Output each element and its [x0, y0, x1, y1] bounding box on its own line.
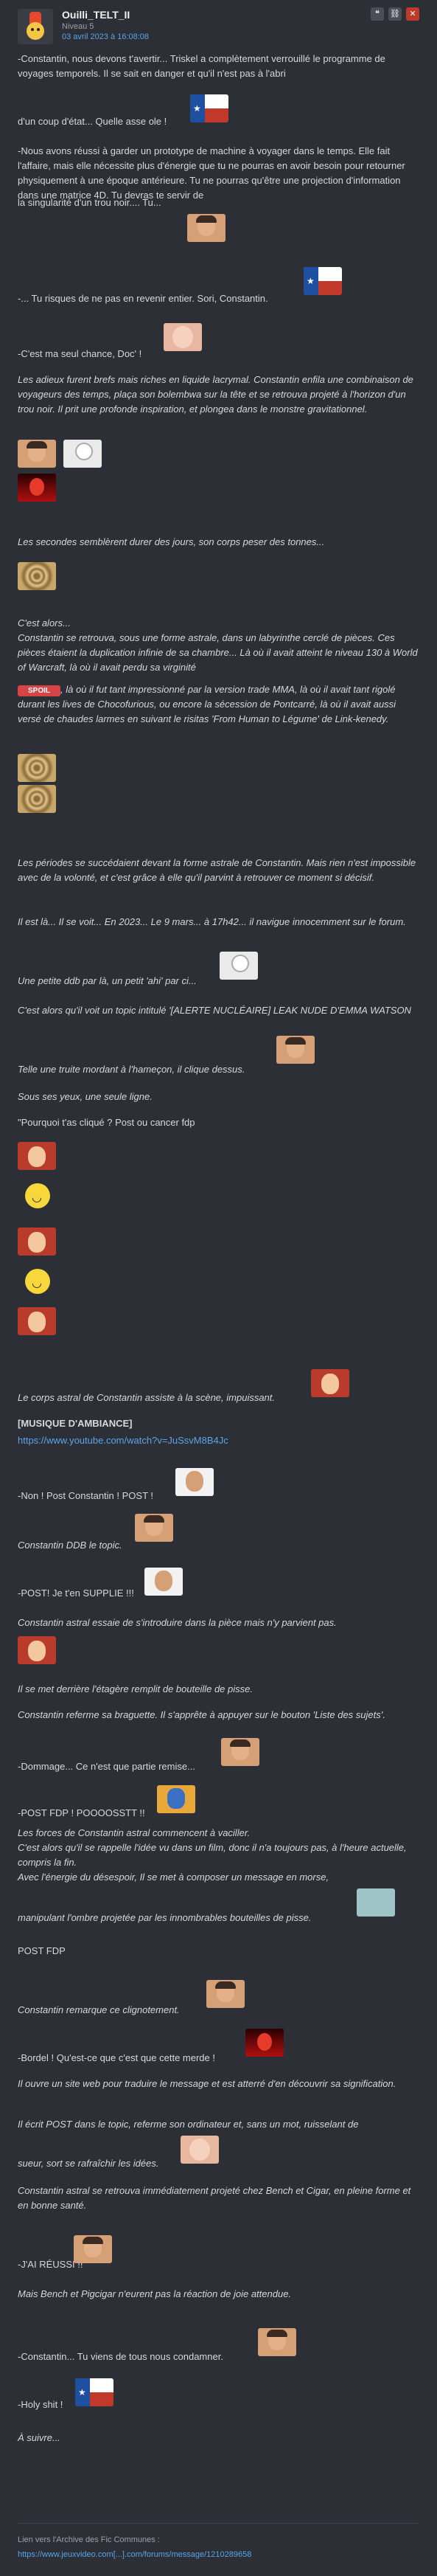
paragraph: Constantin DDB le topic.: [18, 1540, 122, 1551]
paragraph: Les secondes semblèrent durer des jours,…: [18, 536, 325, 547]
space-sticker: [63, 440, 102, 468]
paragraph: -Constantin... Tu viens de tous nous con…: [18, 2351, 223, 2362]
flag-sticker: [190, 94, 228, 122]
paragraph: C'est alors qu'il se rappelle l'idée vu …: [18, 1842, 407, 1869]
paragraph: POST FDP: [18, 1945, 66, 1956]
red-sticker: [18, 1636, 56, 1664]
paragraph: -POST! Je t'en SUPPLIE !!!: [18, 1588, 134, 1599]
flag-sticker: [304, 267, 342, 295]
red-sticker: [311, 1369, 349, 1397]
post-actions: ❝ ⛓ ✕: [371, 7, 419, 21]
spoiler-button[interactable]: SPOIL: [18, 685, 61, 696]
baby-sticker: [164, 323, 202, 351]
music-label: [MUSIQUE D'AMBIANCE]: [18, 1418, 133, 1429]
paragraph: Telle une truite mordant à l'hameçon, il…: [18, 1064, 245, 1075]
paragraph: "Pourquoi t'as cliqué ? Post ou cancer f…: [18, 1117, 195, 1128]
quote-icon[interactable]: ❝: [371, 7, 384, 21]
red-sticker: [18, 1142, 56, 1170]
paragraph: -C'est ma seul chance, Doc' !: [18, 348, 142, 359]
spiral-sticker: [18, 754, 56, 782]
signature-link[interactable]: https://www.jeuxvideo.com[...].com/forum…: [18, 2550, 251, 2559]
fire-sticker: [245, 2029, 284, 2057]
face-sticker: [144, 1568, 183, 1596]
paragraph: -POST FDP ! POOOOSSTT !!: [18, 1807, 145, 1818]
paragraph: C'est alors qu'il voit un topic intitulé…: [18, 1005, 411, 1016]
paragraph: À suivre...: [18, 2432, 60, 2443]
paragraph: -Constantin, nous devons t'avertir... Tr…: [18, 53, 385, 80]
paragraph: Le corps astral de Constantin assiste à …: [18, 1392, 276, 1403]
shelf-sticker: [357, 1888, 395, 1917]
space-sticker: [220, 952, 258, 980]
paragraph: Sous ses yeux, une seule ligne.: [18, 1091, 153, 1102]
face-sticker: [276, 1036, 315, 1064]
paragraph: Les adieux furent brefs mais riches en l…: [18, 374, 413, 415]
music-link[interactable]: https://www.youtube.com/watch?v=JuSsvM8B…: [18, 1435, 228, 1446]
face-sticker: [18, 440, 56, 468]
red-sticker: [18, 1228, 56, 1256]
paragraph: Une petite ddb par là, un petit 'ahi' pa…: [18, 975, 197, 986]
paragraph: Il se met derrière l'étagère remplit de …: [18, 1683, 253, 1694]
flag-sticker: [75, 2378, 113, 2406]
paragraph: C'est alors...: [18, 617, 71, 629]
spiral-sticker: [18, 785, 56, 813]
paragraph: Il ouvre un site web pour traduire le me…: [18, 2078, 396, 2089]
avatar[interactable]: [18, 9, 53, 44]
face-sticker: [175, 1468, 214, 1496]
face-sticker: [206, 1980, 245, 2008]
anim-sticker: [157, 1785, 195, 1813]
paragraph: -Nous avons réussi à garder un prototype…: [18, 145, 405, 201]
post-header: Ouilli_TELT_II Niveau 5 03 avril 2023 à …: [18, 7, 419, 49]
face-sticker: [221, 1738, 259, 1766]
paragraph: Il écrit POST dans le topic, referme son…: [18, 2119, 359, 2130]
paragraph: Constantin astral se retrouva immédiatem…: [18, 2185, 411, 2212]
red-sticker: [18, 1307, 56, 1335]
paragraph: -Dommage... Ce n'est que partie remise..…: [18, 1761, 195, 1772]
spiral-sticker: [18, 562, 56, 590]
signature-label: Lien vers l'Archive des Fic Communes :: [18, 2535, 160, 2544]
smile-sticker: [18, 1182, 56, 1210]
post-date[interactable]: 03 avril 2023 à 16:08:08: [62, 31, 149, 44]
face-sticker: [258, 2328, 296, 2356]
face-sticker: [74, 2235, 112, 2263]
paragraph: Constantin referme sa braguette. Il s'ap…: [18, 1709, 385, 1720]
paragraph: Mais Bench et Pigcigar n'eurent pas la r…: [18, 2288, 292, 2299]
paragraph: Il est là... Il se voit... En 2023... Le…: [18, 916, 406, 927]
paragraph: la singularité d'un trou noir.... Tu...: [18, 197, 161, 208]
delete-icon[interactable]: ✕: [406, 7, 419, 21]
signature-divider: [18, 2523, 419, 2524]
paragraph: Constantin se retrouva, sous une forme a…: [18, 632, 418, 674]
paragraph: -... Tu risques de ne pas en revenir ent…: [18, 293, 268, 304]
face-sticker: [187, 214, 226, 242]
fire-sticker: [18, 474, 56, 502]
paragraph: Constantin astral essaie de s'introduire…: [18, 1617, 337, 1628]
smile-sticker: [18, 1267, 56, 1295]
paragraph: SPOIL, là où il fut tant impressionné pa…: [18, 684, 396, 725]
link-icon[interactable]: ⛓: [388, 7, 402, 21]
baby-sticker: [181, 2136, 219, 2164]
paragraph: -Non ! Post Constantin ! POST !: [18, 1490, 154, 1501]
paragraph: Les périodes se succédaient devant la fo…: [18, 857, 416, 884]
paragraph: -Bordel ! Qu'est-ce que c'est que cette …: [18, 2052, 215, 2063]
paragraph: Les forces de Constantin astral commence…: [18, 1827, 251, 1838]
face-sticker: [135, 1514, 173, 1542]
paragraph: Avec l'énergie du désespoir, Il se met à…: [18, 1872, 329, 1883]
